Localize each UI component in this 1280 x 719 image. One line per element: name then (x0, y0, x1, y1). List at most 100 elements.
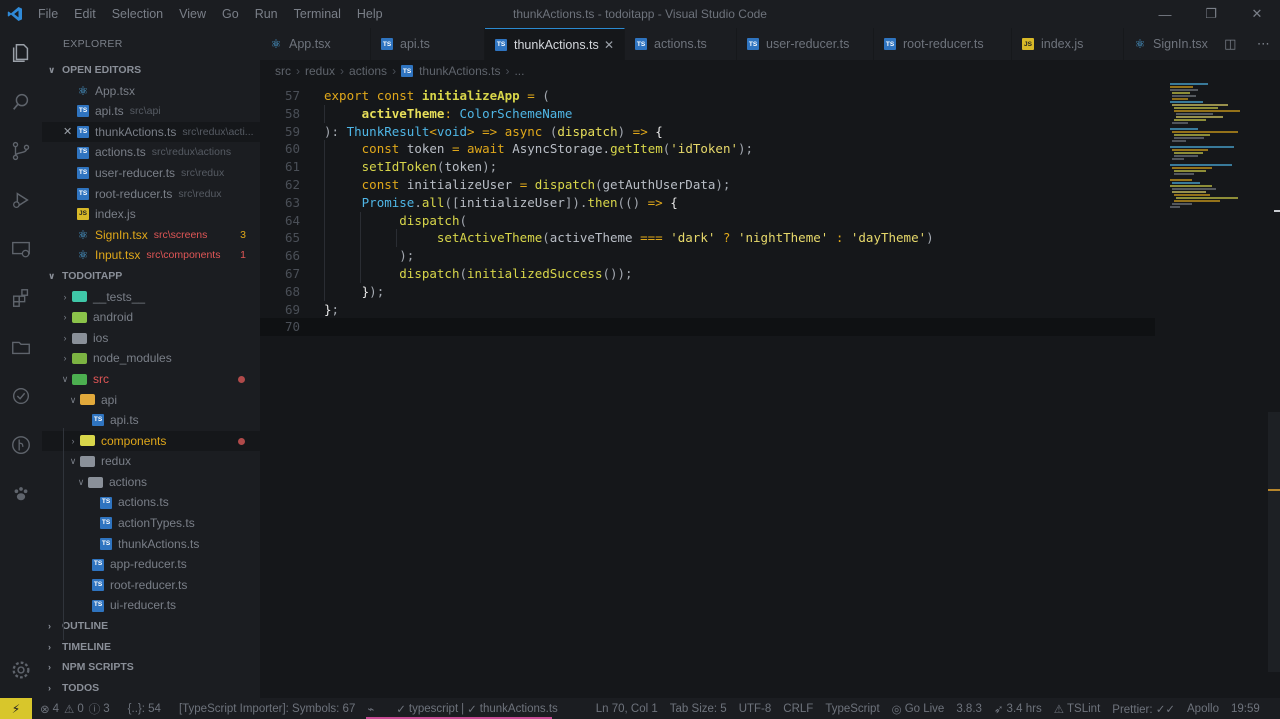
menu-go[interactable]: Go (214, 0, 247, 28)
end-of-line[interactable]: CRLF (777, 703, 819, 715)
tree-file[interactable]: TS api.ts (42, 410, 260, 431)
tree-file[interactable]: TS ui-reducer.ts (42, 595, 260, 616)
close-window-icon[interactable]: ✕ (1234, 0, 1280, 28)
paw-icon[interactable] (0, 469, 42, 518)
tree-file[interactable]: TS actionTypes.ts (42, 513, 260, 534)
explorer-icon[interactable] (0, 28, 42, 77)
code-line: 61 setIdToken(token); (260, 158, 1155, 176)
folder-ios-icon (72, 332, 87, 344)
menu-view[interactable]: View (171, 0, 214, 28)
apollo-status[interactable]: Apollo (1181, 703, 1225, 715)
tab-user-reducer-ts[interactable]: TS user-reducer.ts (737, 28, 874, 60)
project-manager-icon[interactable] (0, 322, 42, 371)
problem-count-badge: 3 (240, 228, 246, 241)
editor-scrollbar[interactable] (1268, 82, 1280, 698)
tree-file[interactable]: TS actions.ts (42, 492, 260, 513)
line-number: 62 (284, 176, 300, 192)
tab-index-js[interactable]: JS index.js (1012, 28, 1124, 60)
problems-indicator[interactable]: ⊗ 4 ⚠ 0 ⓘ 3 (32, 701, 116, 717)
go-live-button[interactable]: ◎ Go Live (886, 702, 951, 716)
more-actions-icon[interactable]: ⋯ (1257, 36, 1270, 52)
tab-thunkactions-ts[interactable]: TS thunkActions.ts ✕ (485, 28, 625, 60)
close-editor-icon[interactable]: ✕ (63, 122, 77, 143)
breadcrumb-item[interactable]: actions (349, 64, 387, 78)
code-editor[interactable]: 57 export const initializeApp = ( 58 acti… (260, 82, 1280, 698)
plug-icon[interactable]: ⌁ (361, 702, 380, 716)
minimize-icon[interactable]: — (1142, 0, 1188, 28)
language-file-indicator[interactable]: ✓ typescript | ✓ thunkActions.ts (390, 702, 563, 716)
settings-gear-icon[interactable] (0, 650, 42, 690)
extensions-icon[interactable] (0, 273, 42, 322)
split-editor-icon[interactable]: ◫ (1224, 36, 1236, 52)
open-editor-item[interactable]: TS actions.ts src\redux\actions (42, 142, 260, 163)
tree-folder-ios[interactable]: › ios (42, 328, 260, 349)
todos-header[interactable]: › TODOS (42, 678, 260, 698)
open-editor-name: App.tsx (95, 83, 136, 98)
open-editor-item[interactable]: TS root-reducer.ts src\redux (42, 184, 260, 205)
source-control-icon[interactable] (0, 126, 42, 175)
tslint-indicator[interactable]: ⚠ TSLint (1048, 702, 1107, 716)
tab-signin-tsx[interactable]: ⚛ SignIn.tsx (1124, 28, 1214, 60)
open-editors-header[interactable]: ∨ OPEN EDITORS (42, 60, 260, 81)
remote-explorer-icon[interactable] (0, 224, 42, 273)
open-editor-item-active[interactable]: ✕ TS thunkActions.ts src\redux\acti... (42, 121, 260, 143)
breadcrumb-item[interactable]: thunkActions.ts (419, 64, 500, 78)
tree-file[interactable]: TS root-reducer.ts (42, 575, 260, 596)
open-editor-item[interactable]: JS index.js (42, 204, 260, 225)
tree-folder-android[interactable]: › android (42, 307, 260, 328)
file-encoding[interactable]: UTF-8 (733, 703, 778, 715)
tree-folder-node-modules[interactable]: › node_modules (42, 348, 260, 369)
editor-tabs: ⚛ App.tsx TS api.ts TS thunkActions.ts ✕… (260, 28, 1280, 60)
scrollbar-thumb[interactable] (1268, 412, 1280, 672)
npm-scripts-header[interactable]: › NPM SCRIPTS (42, 657, 260, 678)
menu-help[interactable]: Help (349, 0, 391, 28)
tree-folder-tests[interactable]: › __tests__ (42, 287, 260, 308)
prettier-status[interactable]: Prettier: ✓✓ (1106, 702, 1181, 716)
project-header[interactable]: ∨ TODOITAPP (42, 266, 260, 287)
remote-indicator-icon[interactable]: ⚡ (0, 698, 32, 719)
breadcrumb-item[interactable]: redux (305, 64, 335, 78)
menu-selection[interactable]: Selection (104, 0, 171, 28)
time-tracker[interactable]: ➶ 3.4 hrs (988, 702, 1048, 716)
tab-actions-ts[interactable]: TS actions.ts (625, 28, 737, 60)
tab-root-reducer-ts[interactable]: TS root-reducer.ts (874, 28, 1012, 60)
open-editor-item[interactable]: ⚛ App.tsx (42, 81, 260, 102)
breadcrumb-item[interactable]: ... (514, 64, 524, 78)
open-editor-item[interactable]: TS user-reducer.ts src\redux (42, 163, 260, 184)
open-editor-item[interactable]: ⚛ SignIn.tsx src\screens 3 (42, 225, 260, 246)
open-editor-item[interactable]: TS api.ts src\api (42, 101, 260, 122)
tab-size[interactable]: Tab Size: 5 (664, 703, 733, 715)
ts-version[interactable]: 3.8.3 (950, 703, 988, 715)
cursor-position[interactable]: Ln 70, Col 1 (590, 703, 664, 715)
bracket-position[interactable]: {..}: 54 (122, 703, 167, 715)
run-debug-icon[interactable] (0, 175, 42, 224)
tree-label: ios (93, 330, 109, 345)
language-selector[interactable]: TypeScript (819, 703, 885, 715)
section-label: TIMELINE (62, 640, 111, 653)
tree-folder-actions[interactable]: ∨ actions (42, 472, 260, 493)
restore-icon[interactable]: ❐ (1188, 0, 1234, 28)
timeline-header[interactable]: › TIMELINE (42, 637, 260, 658)
tree-folder-components[interactable]: › components (42, 430, 260, 452)
breadcrumb-item[interactable]: src (275, 64, 291, 78)
minimap[interactable] (1168, 82, 1268, 222)
testing-icon[interactable] (0, 371, 42, 420)
menu-run[interactable]: Run (247, 0, 286, 28)
tab-api-ts[interactable]: TS api.ts (371, 28, 485, 60)
tab-app-tsx[interactable]: ⚛ App.tsx (260, 28, 371, 60)
git-graph-icon[interactable] (0, 420, 42, 469)
tree-folder-redux[interactable]: ∨ redux (42, 451, 260, 472)
outline-header[interactable]: › OUTLINE (42, 616, 260, 637)
ts-importer-status[interactable]: [TypeScript Importer]: Symbols: 67 (173, 703, 361, 715)
search-icon[interactable] (0, 77, 42, 126)
line-number: 66 (284, 248, 300, 264)
tree-file[interactable]: TS thunkActions.ts (42, 534, 260, 555)
menu-edit[interactable]: Edit (66, 0, 104, 28)
menu-file[interactable]: File (30, 0, 66, 28)
tree-folder-api[interactable]: ∨ api (42, 390, 260, 411)
close-tab-icon[interactable]: ✕ (604, 38, 614, 52)
tree-file[interactable]: TS app-reducer.ts (42, 554, 260, 575)
menu-terminal[interactable]: Terminal (286, 0, 349, 28)
tree-folder-src[interactable]: ∨ src (42, 369, 260, 390)
open-editor-item[interactable]: ⚛ Input.tsx src\components 1 (42, 245, 260, 266)
